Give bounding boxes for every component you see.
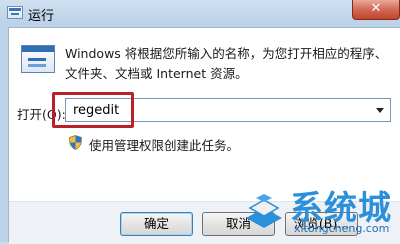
- admin-privilege-note: 使用管理权限创建此任务。: [89, 138, 240, 153]
- site-watermark: 系统城 xitongcheng.com: [240, 178, 400, 242]
- close-button[interactable]: ✕: [352, 0, 400, 20]
- chevron-down-icon[interactable]: [376, 108, 384, 113]
- run-program-icon: [21, 45, 55, 73]
- window-title: 运行: [28, 9, 55, 24]
- watermark-logo-icon: [246, 194, 282, 228]
- run-app-icon: [7, 6, 23, 19]
- annotation-highlight-box: [52, 92, 134, 128]
- description-line-2: 文件夹、文档或 Internet 资源。: [65, 66, 248, 81]
- ok-button[interactable]: 确定: [120, 212, 193, 236]
- title-bar[interactable]: 运行 ✕: [0, 0, 400, 27]
- watermark-url: xitongcheng.com: [294, 222, 390, 235]
- run-dialog-window: 运行 ✕ Windows 将根据您所输入的名称，为您打开相应的程序、 文件夹、文…: [0, 0, 400, 244]
- description-line-1: Windows 将根据您所输入的名称，为您打开相应的程序、: [65, 46, 388, 61]
- close-icon: ✕: [370, 1, 382, 16]
- dialog-description: Windows 将根据您所输入的名称，为您打开相应的程序、 文件夹、文档或 In…: [65, 44, 395, 84]
- uac-shield-icon: [69, 135, 82, 150]
